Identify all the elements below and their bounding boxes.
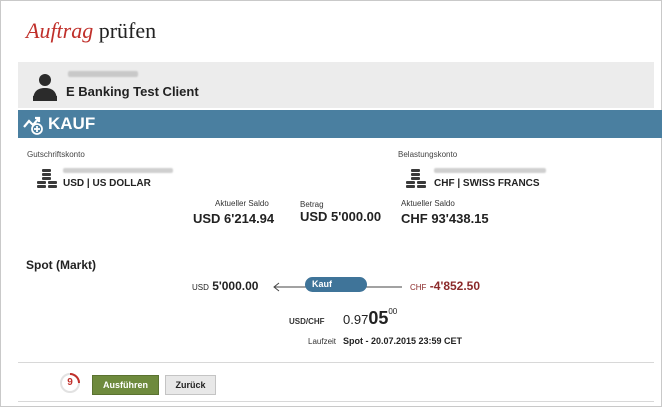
credit-account-currency: USD | US DOLLAR <box>63 178 151 189</box>
credit-balance-value: USD 6'214.94 <box>193 211 275 226</box>
amount-label: Betrag <box>300 200 324 209</box>
execute-button[interactable]: Ausführen <box>92 375 159 395</box>
spot-left-value: 5'000.00 <box>212 279 259 293</box>
laufzeit-value: Spot - 20.07.2015 23:59 CET <box>343 336 463 346</box>
credit-balance-label: Aktueller Saldo <box>215 199 269 208</box>
rate-part-main: 0.97 <box>343 312 369 327</box>
person-icon <box>33 74 57 101</box>
divider <box>18 362 654 363</box>
rate-part-pips: 05 <box>368 308 389 328</box>
credit-account-number-redacted <box>63 168 173 173</box>
currency-pair-label: USD/CHF <box>289 317 325 326</box>
debit-balance-label: Aktueller Saldo <box>401 199 455 208</box>
page-title-rest: prüfen <box>98 18 157 43</box>
spot-left-currency: USD <box>192 283 209 292</box>
order-type-band: KAUF <box>18 110 662 138</box>
buy-trend-icon <box>23 116 43 135</box>
credit-account-label: Gutschriftskonto <box>27 150 85 159</box>
client-name: E Banking Test Client <box>66 84 199 99</box>
spot-right-currency: CHF <box>410 283 427 292</box>
debit-account-number-redacted <box>434 168 546 173</box>
spot-section-title: Spot (Markt) <box>26 258 96 272</box>
spot-right-value: -4'852.50 <box>429 279 481 293</box>
client-header: E Banking Test Client <box>18 62 654 108</box>
spot-right-amount: CHF -4'852.50 <box>410 279 480 293</box>
rate-part-fraction: 00 <box>388 307 398 316</box>
coins-icon <box>406 169 426 188</box>
coins-icon <box>37 169 57 188</box>
page-title-accent: Auftrag <box>26 18 94 43</box>
debit-account-label: Belastungskonto <box>398 150 458 159</box>
debit-balance-value: CHF 93'438.15 <box>401 211 489 226</box>
direction-pill: Kauf <box>305 277 367 292</box>
page-title: Auftrag prüfen <box>26 18 156 44</box>
divider <box>18 401 654 402</box>
order-type-label: KAUF <box>48 114 96 133</box>
laufzeit-label: Laufzeit <box>308 337 337 346</box>
back-button[interactable]: Zurück <box>165 375 216 395</box>
exchange-rate: 0.970500 <box>343 307 397 329</box>
countdown-number: 9 <box>67 377 73 388</box>
debit-account-currency: CHF | SWISS FRANCS <box>434 178 540 189</box>
amount-value: USD 5'000.00 <box>300 209 382 224</box>
client-account-number-redacted <box>68 71 138 77</box>
spot-left-amount: USD 5'000.00 <box>192 279 258 293</box>
